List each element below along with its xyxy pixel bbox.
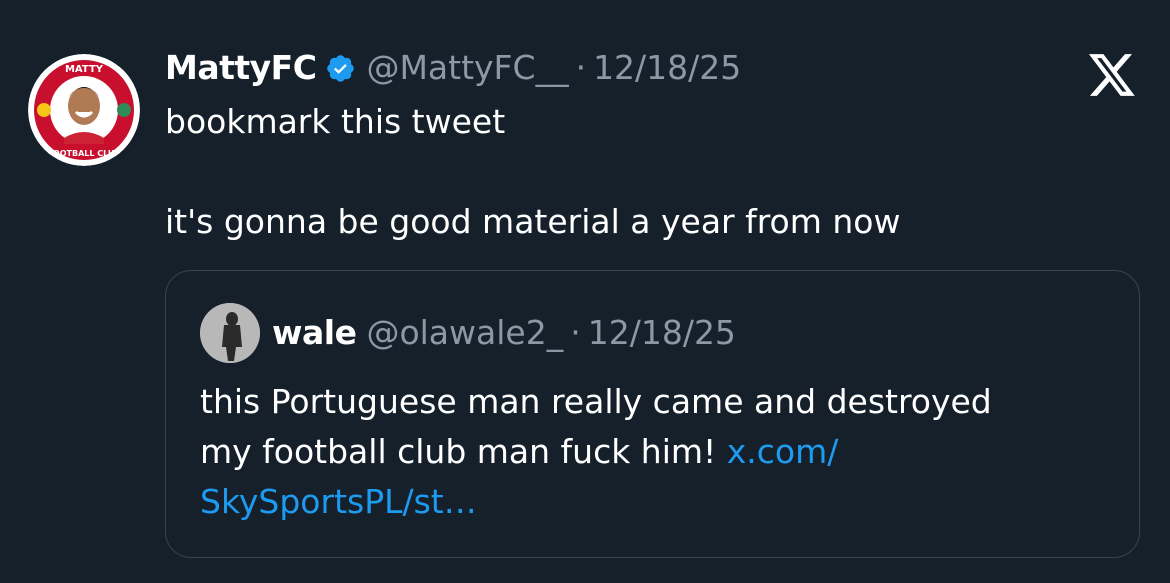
tweet-date[interactable]: 12/18/25 (593, 44, 741, 92)
tweet-text-line: it's gonna be good material a year from … (165, 202, 901, 241)
quoted-tweet-text: this Portuguese man really came and dest… (200, 377, 1100, 527)
quoted-text-line: my football club man fuck him! x.com/ (200, 427, 1100, 477)
verified-badge-icon (325, 53, 356, 84)
quoted-text-line: this Portuguese man really came and dest… (200, 382, 992, 421)
avatar-bottom-text: FOOTBALL CLUB (47, 149, 120, 158)
quoted-tweet-header: wale @olawale2_ · 12/18/25 (272, 309, 736, 357)
quoted-text-segment: my football club man fuck him! (200, 432, 727, 471)
quoted-link-part[interactable]: SkySportsPL/st… (200, 482, 477, 521)
author-handle[interactable]: @MattyFC__ (366, 44, 568, 92)
avatar-top-text: MATTY (65, 64, 104, 75)
quoted-link-part[interactable]: x.com/ (727, 432, 839, 471)
quoted-text-line: SkySportsPL/st… (200, 477, 1100, 527)
quoted-tweet-date[interactable]: 12/18/25 (588, 309, 736, 357)
x-logo-icon[interactable] (1087, 52, 1137, 98)
quoted-author-handle[interactable]: @olawale2_ (366, 309, 563, 357)
separator-dot: · (570, 313, 581, 352)
tweet-text-line: bookmark this tweet (165, 102, 506, 141)
author-name[interactable]: MattyFC (165, 44, 317, 92)
quoted-author-name[interactable]: wale (272, 309, 357, 357)
separator-dot: · (575, 48, 587, 87)
author-avatar[interactable]: MATTY FOOTBALL CLUB (28, 54, 140, 166)
quoted-author-avatar[interactable] (200, 303, 260, 363)
tweet-text: bookmark this tweet it's gonna be good m… (165, 97, 1125, 247)
quoted-tweet-card[interactable]: wale @olawale2_ · 12/18/25 this Portugue… (165, 270, 1140, 558)
tweet-header: MattyFC @MattyFC__ · 12/18/25 (165, 44, 741, 92)
